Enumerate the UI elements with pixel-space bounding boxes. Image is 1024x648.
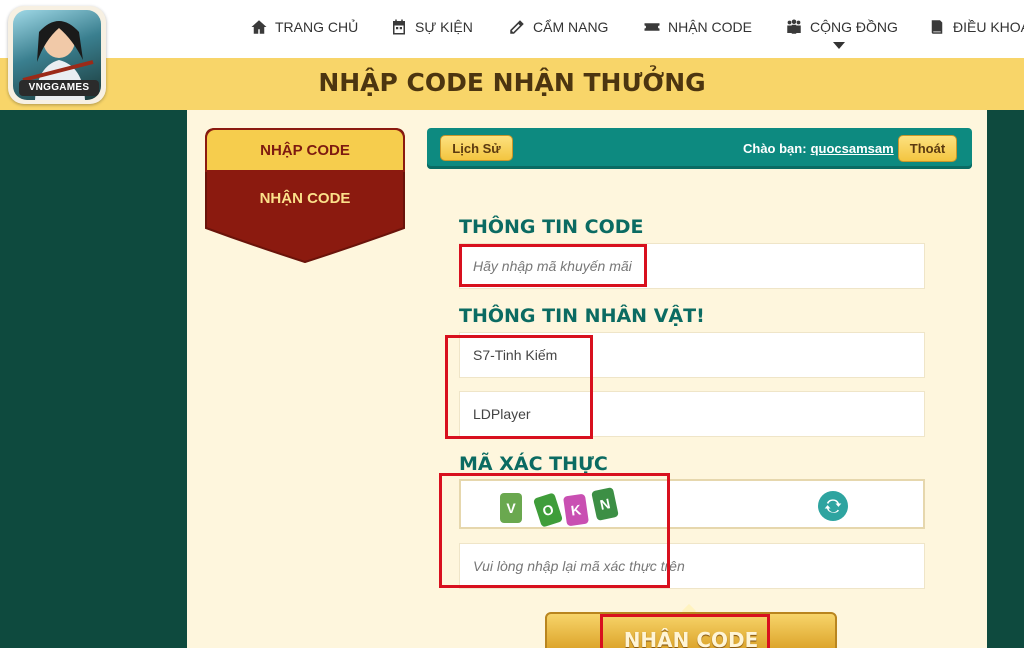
- community-icon: [787, 19, 801, 34]
- captcha-char: K: [563, 493, 589, 527]
- captcha-section-title: MÃ XÁC THỰC: [459, 453, 608, 475]
- home-icon: [251, 20, 267, 34]
- refresh-icon: [824, 499, 842, 513]
- book-icon: [931, 20, 943, 34]
- nav-terms[interactable]: ĐIỀU KHOẢN: [928, 18, 1024, 36]
- top-navigation: TRANG CHỦ SỰ KIỆN CẨM NANG NHẬN CODE CỘN…: [0, 0, 1024, 58]
- character-section-title: THÔNG TIN NHÂN VẬT!: [459, 305, 705, 327]
- captcha-image: V O K N: [459, 479, 925, 529]
- nav-terms-label: ĐIỀU KHOẢN: [953, 19, 1024, 35]
- game-logo-art: VNGGAMES: [13, 10, 101, 100]
- logout-button[interactable]: Thoát: [898, 135, 957, 162]
- receive-code-button-label: NHẬN CODE: [623, 628, 759, 648]
- submit-area: NHẬN CODE: [545, 603, 837, 648]
- nav-community-label: CỘNG ĐỒNG: [810, 19, 898, 35]
- greeting-text: Chào bạn: quocsamsam: [743, 141, 894, 156]
- captcha-input[interactable]: [460, 544, 924, 588]
- page-banner: NHẬP CODE NHẬN THƯỞNG: [0, 58, 1024, 110]
- server-field: [459, 332, 925, 378]
- captcha-char: N: [591, 487, 619, 521]
- ticket-icon: [644, 23, 660, 31]
- promo-code-input[interactable]: [460, 244, 924, 288]
- page-title: NHẬP CODE NHẬN THƯỞNG: [318, 68, 706, 97]
- captcha-char: V: [500, 493, 522, 523]
- character-select[interactable]: [460, 392, 924, 436]
- server-select[interactable]: [460, 333, 924, 377]
- user-bar: Lịch Sử Chào bạn: quocsamsam Thoát: [427, 128, 972, 169]
- nav-events[interactable]: SỰ KIỆN: [390, 18, 473, 36]
- promo-code-field: [459, 243, 925, 289]
- captcha-refresh-button[interactable]: [818, 491, 848, 521]
- code-section-title: THÔNG TIN CODE: [459, 216, 644, 238]
- calendar-icon: [393, 19, 405, 35]
- captcha-field: [459, 543, 925, 589]
- nav-receive-code[interactable]: NHẬN CODE: [643, 18, 752, 36]
- code-tabs: NHẬP CODE NHẬN CODE: [205, 128, 405, 264]
- history-button[interactable]: Lịch Sử: [440, 135, 513, 161]
- character-field: [459, 391, 925, 437]
- captcha-char: O: [532, 492, 564, 528]
- nav-community[interactable]: CỘNG ĐỒNG: [785, 18, 898, 36]
- nav-guide[interactable]: CẨM NANG: [508, 18, 608, 36]
- nav-home-label: TRANG CHỦ: [275, 19, 359, 35]
- game-logo[interactable]: VNGGAMES: [8, 6, 106, 104]
- nav-guide-label: CẨM NANG: [533, 19, 609, 35]
- tab-enter-code[interactable]: NHẬP CODE: [205, 128, 405, 172]
- nav-home[interactable]: TRANG CHỦ: [250, 18, 358, 36]
- brand-label: VNGGAMES: [19, 80, 99, 96]
- greeting-label: Chào bạn:: [743, 141, 807, 156]
- guide-icon: [510, 20, 524, 34]
- chevron-down-icon: [833, 42, 845, 49]
- tab-receive-code[interactable]: NHẬN CODE: [205, 176, 405, 220]
- nav-events-label: SỰ KIỆN: [415, 19, 473, 35]
- username-link[interactable]: quocsamsam: [811, 141, 894, 156]
- nav-receive-code-label: NHẬN CODE: [668, 19, 753, 35]
